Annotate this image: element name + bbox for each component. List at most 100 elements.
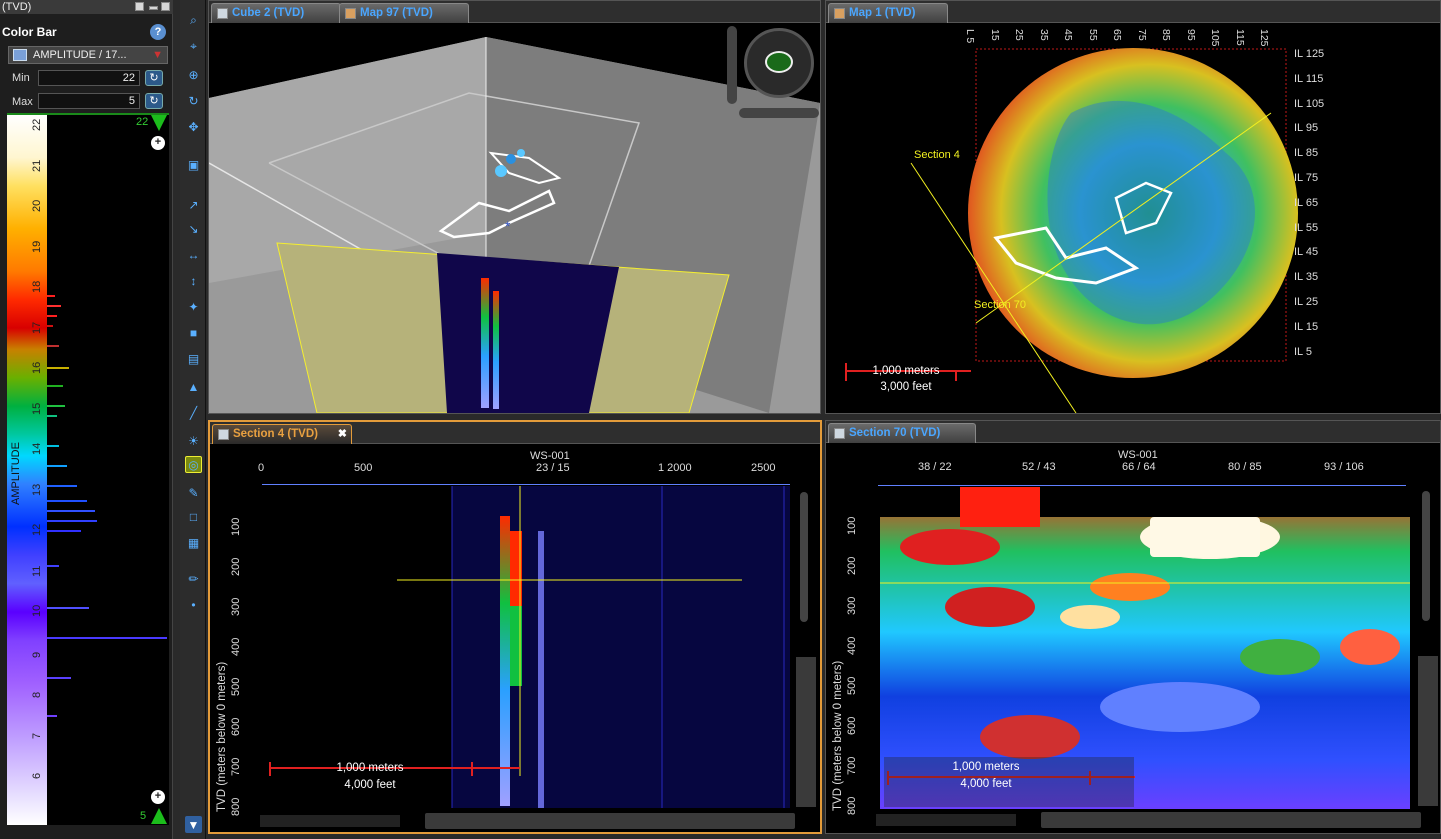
toolbar-expand-icon[interactable]: ▼ — [185, 816, 202, 833]
view-icon[interactable]: ▣ — [185, 156, 202, 173]
tab-map-1[interactable]: Map 1 (TVD) — [828, 3, 948, 23]
connect-icon[interactable]: ↔ — [185, 246, 202, 263]
histogram-bar — [47, 415, 57, 417]
window-title-text: (TVD) — [2, 1, 32, 13]
help-icon[interactable]: ? — [150, 24, 166, 40]
x-axis-tick: 80 / 85 — [1228, 461, 1262, 473]
attribute-value: AMPLITUDE / 17... — [33, 49, 127, 61]
vertical-scrollbar[interactable] — [1418, 656, 1438, 806]
scale-feet: 4,000 feet — [960, 778, 1012, 790]
top-axis-line — [878, 485, 1406, 486]
tab-map-97[interactable]: Map 97 (TVD) — [339, 3, 469, 23]
probe-icon[interactable]: ✦ — [185, 298, 202, 315]
chevron-down-icon[interactable]: ▼ — [152, 47, 163, 63]
target-icon[interactable]: ◎ — [185, 456, 202, 473]
map-right-tick: IL 5 — [1294, 345, 1312, 358]
zoom-in-icon[interactable]: + — [151, 136, 165, 150]
scale-meters: 1,000 meters — [336, 762, 404, 774]
vertical-zoom-slider[interactable] — [800, 492, 808, 622]
horizontal-zoom-slider[interactable] — [260, 815, 400, 827]
map-panel: Map 1 (TVD) Section 4 Section 70 1,000 m… — [825, 0, 1441, 414]
map-top-tick: 95 — [1184, 29, 1197, 41]
scale-feet: 3,000 feet — [880, 381, 932, 393]
cube-icon[interactable]: ■ — [185, 324, 202, 341]
y-axis-tick: 100 — [846, 516, 858, 535]
attribute-select[interactable]: AMPLITUDE / 17... ▼ — [8, 46, 168, 64]
close-tab-icon[interactable]: ✖ — [338, 425, 347, 444]
frame-icon[interactable]: □ — [185, 508, 202, 525]
navigation-widget[interactable] — [724, 26, 819, 118]
line-icon[interactable]: ╱ — [185, 404, 202, 421]
y-axis-tick: 200 — [846, 556, 858, 575]
x-axis-tick: 93 / 106 — [1324, 461, 1364, 473]
map-right-tick: IL 115 — [1294, 72, 1324, 85]
map-view[interactable] — [826, 23, 1440, 413]
map-tabbar: Map 1 (TVD) — [826, 1, 1440, 23]
close-icon[interactable] — [161, 2, 170, 11]
x-axis-tick: 38 / 22 — [918, 461, 952, 473]
zoom-icon[interactable]: ⌕ — [185, 12, 202, 29]
measure-icon[interactable]: ↕ — [185, 272, 202, 289]
colorbar-tick: 12 — [31, 523, 43, 536]
float-icon[interactable] — [135, 2, 144, 11]
x-axis-tick: 66 / 64 — [1122, 461, 1156, 473]
histogram-bar — [47, 500, 87, 502]
colorbar-tick: 6 — [31, 772, 43, 779]
rotate-slider[interactable] — [739, 108, 819, 118]
histogram-bar — [47, 305, 61, 307]
colorbar-tick: 15 — [31, 402, 43, 415]
zoom-box-icon[interactable]: ⊕ — [185, 66, 202, 83]
colorbar-tick: 8 — [31, 691, 43, 698]
x-axis-tick: 1 2000 — [658, 462, 692, 474]
horizontal-zoom-slider[interactable] — [876, 814, 1016, 826]
minimize-icon[interactable] — [149, 6, 158, 10]
histogram-bar — [47, 510, 95, 512]
light-icon[interactable]: ☀ — [185, 432, 202, 449]
histogram-bar — [47, 715, 57, 717]
pen-icon[interactable]: ✏ — [185, 570, 202, 587]
histogram-bar — [47, 345, 59, 347]
select-icon[interactable]: ↗ — [185, 196, 202, 213]
zoom-in-icon[interactable]: + — [151, 790, 165, 804]
triangle-icon[interactable]: ▲ — [185, 378, 202, 395]
horizontal-scrollbar[interactable] — [1041, 812, 1421, 828]
map-top-tick: 115 — [1233, 29, 1246, 46]
tab-section-70[interactable]: Section 70 (TVD) — [828, 423, 976, 443]
histogram-bar — [47, 520, 97, 522]
grid-icon[interactable]: ▦ — [185, 534, 202, 551]
section-tab-icon — [218, 429, 229, 440]
vertical-zoom-slider[interactable] — [1422, 491, 1430, 621]
cube-panel: Cube 2 (TVD) Map 97 (TVD) * — [208, 0, 821, 414]
zoom-slider[interactable] — [727, 26, 737, 104]
pan-icon[interactable]: ✥ — [185, 118, 202, 135]
slice-icon[interactable]: ▤ — [185, 350, 202, 367]
edit-icon[interactable]: ✎ — [185, 484, 202, 501]
tab-cube-2[interactable]: Cube 2 (TVD) — [211, 3, 341, 23]
colorbar-tick: 13 — [31, 483, 43, 496]
section70-tabbar: Section 70 (TVD) — [826, 421, 1440, 443]
map-top-tick: 65 — [1111, 29, 1123, 41]
horizontal-scrollbar[interactable] — [425, 813, 795, 829]
node-icon[interactable]: • — [185, 596, 202, 613]
tab-section-4[interactable]: Section 4 (TVD) ✖ — [212, 424, 352, 444]
colorbar-tick: 20 — [31, 199, 43, 212]
x-axis-tick: 2500 — [751, 462, 776, 474]
y-axis-tick: 400 — [230, 637, 242, 656]
vertical-scrollbar[interactable] — [796, 657, 816, 807]
zoom-fit-icon[interactable]: ⌖ — [185, 38, 202, 55]
bottom-range-handle[interactable] — [151, 808, 167, 824]
colorbar-tick: 19 — [31, 240, 43, 253]
map-tab-icon — [834, 8, 845, 19]
y-axis-tick: 200 — [230, 557, 242, 576]
min-input[interactable]: 22 — [38, 70, 140, 86]
rotate-icon[interactable]: ↻ — [185, 92, 202, 109]
section-4-view[interactable] — [262, 486, 790, 808]
min-refresh-button[interactable]: ↻ — [145, 70, 163, 86]
max-refresh-button[interactable]: ↻ — [145, 93, 163, 109]
max-input[interactable]: 5 — [38, 93, 140, 109]
map-right-tick: IL 35 — [1294, 271, 1319, 284]
top-range-handle[interactable] — [151, 115, 167, 131]
map-right-tick: IL 45 — [1294, 246, 1319, 259]
y-axis-tick: 700 — [230, 757, 242, 776]
pick-icon[interactable]: ↘ — [185, 220, 202, 237]
